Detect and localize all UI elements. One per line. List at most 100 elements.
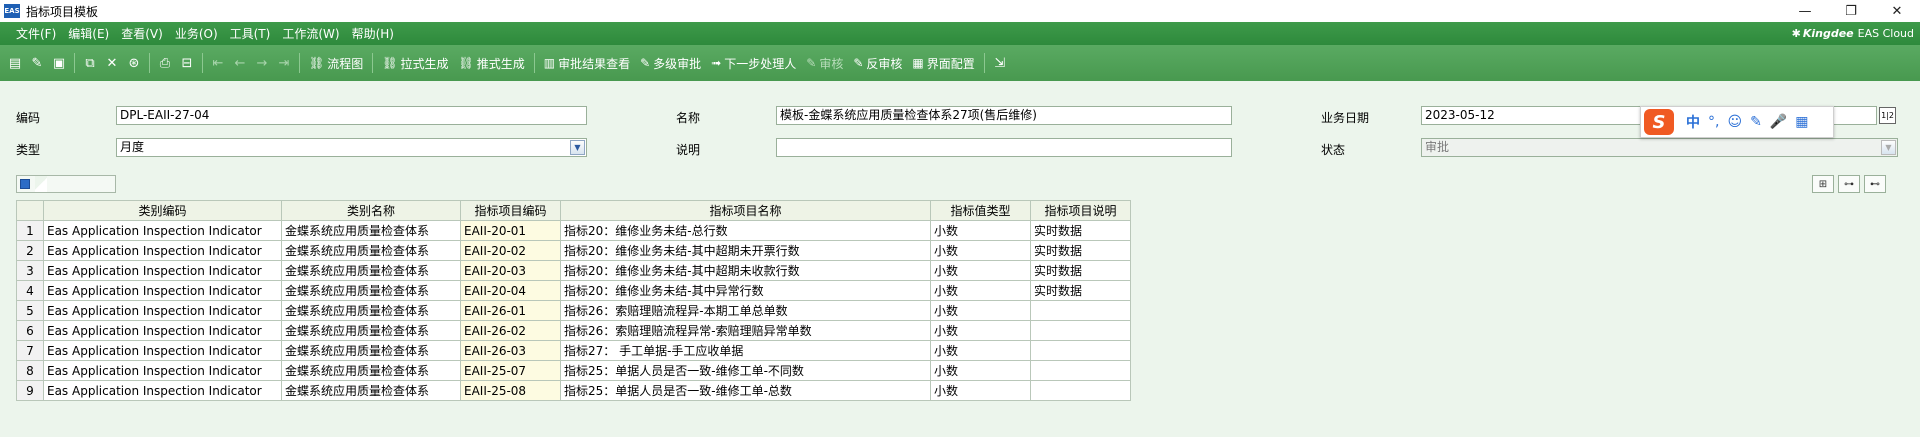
- cell-item-code[interactable]: EAII-20-02: [460, 240, 561, 261]
- cell-value-type[interactable]: 小数: [930, 260, 1031, 281]
- cell-cat-name[interactable]: 金蝶系统应用质量检查体系: [281, 280, 461, 301]
- cell-item-name[interactable]: 指标26：索赔理赔流程异常-索赔理赔异常单数: [560, 320, 931, 341]
- column-header[interactable]: 指标项目说明: [1030, 200, 1131, 221]
- close-button[interactable]: ✕: [1874, 0, 1920, 22]
- menu-help[interactable]: 帮助(H): [346, 25, 400, 42]
- cell-cat-name[interactable]: 金蝶系统应用质量检查体系: [281, 340, 461, 361]
- edit-icon[interactable]: ✎: [26, 52, 48, 74]
- multi-level-approval-button[interactable]: ✎ 多级审批: [635, 51, 706, 75]
- menu-business[interactable]: 业务(O): [169, 25, 224, 42]
- cell-value-type[interactable]: 小数: [930, 340, 1031, 361]
- cell-desc[interactable]: 实时数据: [1030, 280, 1131, 301]
- cell-value-type[interactable]: 小数: [930, 280, 1031, 301]
- cell-item-name[interactable]: 指标27： 手工单据-手工应收单据: [560, 340, 931, 361]
- exit-icon[interactable]: ⇲: [989, 52, 1011, 74]
- cell-item-name[interactable]: 指标25：单据人员是否一致-维修工单-不同数: [560, 360, 931, 381]
- ime-emoji-icon[interactable]: ☺: [1727, 114, 1742, 130]
- cell-desc[interactable]: [1030, 300, 1131, 321]
- cell-item-name[interactable]: 指标26：索赔理赔流程异-本期工单总单数: [560, 300, 931, 321]
- ime-toolbox-icon[interactable]: ▦: [1795, 114, 1808, 130]
- first-record-icon[interactable]: ⇤: [207, 52, 229, 74]
- audit-button[interactable]: ✎ 审核: [801, 51, 848, 75]
- previous-record-icon[interactable]: ←: [229, 52, 251, 74]
- cell-desc[interactable]: 实时数据: [1030, 240, 1131, 261]
- copy-icon[interactable]: ⧉: [79, 52, 101, 74]
- menu-file[interactable]: 文件(F): [10, 25, 62, 42]
- table-row[interactable]: 5 Eas Application Inspection Indicator 金蝶系…: [16, 300, 1131, 321]
- print-icon[interactable]: ⎙: [154, 52, 176, 74]
- insert-row-icon[interactable]: ⊶: [1838, 175, 1860, 193]
- cell-cat-code[interactable]: Eas Application Inspection Indicator: [43, 380, 282, 401]
- maximize-button[interactable]: ❐: [1828, 0, 1874, 22]
- ime-chinese-mode[interactable]: 中: [1686, 112, 1700, 132]
- view-approval-result-button[interactable]: ▥ 审批结果查看: [539, 51, 635, 75]
- cell-value-type[interactable]: 小数: [930, 240, 1031, 261]
- table-row[interactable]: 2 Eas Application Inspection Indicator 金蝶系…: [16, 240, 1131, 261]
- new-icon[interactable]: ▤: [4, 52, 26, 74]
- menu-workflow[interactable]: 工作流(W): [276, 25, 345, 42]
- cell-cat-code[interactable]: Eas Application Inspection Indicator: [43, 240, 282, 261]
- delete-row-icon[interactable]: ⊷: [1864, 175, 1886, 193]
- cell-item-name[interactable]: 指标20：维修业务未结-其中超期未开票行数: [560, 240, 931, 261]
- cell-desc[interactable]: 实时数据: [1030, 220, 1131, 241]
- column-header[interactable]: 类别编码: [43, 200, 282, 221]
- flowchart-button[interactable]: ⛓ 流程图: [304, 51, 368, 75]
- ime-punctuation[interactable]: °,: [1708, 114, 1719, 130]
- table-row[interactable]: 6 Eas Application Inspection Indicator 金蝶系…: [16, 320, 1131, 341]
- cell-item-name[interactable]: 指标20：维修业务未结-其中异常行数: [560, 280, 931, 301]
- cell-cat-name[interactable]: 金蝶系统应用质量检查体系: [281, 220, 461, 241]
- cell-cat-code[interactable]: Eas Application Inspection Indicator: [43, 360, 282, 381]
- print-preview-icon[interactable]: ⊟: [176, 52, 198, 74]
- next-record-icon[interactable]: →: [251, 52, 273, 74]
- cell-item-code[interactable]: EAII-20-03: [460, 260, 561, 281]
- cell-desc[interactable]: 实时数据: [1030, 260, 1131, 281]
- calendar-icon[interactable]: 1|2: [1879, 107, 1896, 124]
- column-header[interactable]: 指标值类型: [930, 200, 1031, 221]
- ime-handwrite-icon[interactable]: ✎: [1750, 114, 1762, 130]
- table-row[interactable]: 3 Eas Application Inspection Indicator 金蝶系…: [16, 260, 1131, 281]
- code-field[interactable]: DPL-EAII-27-04: [116, 106, 587, 125]
- type-select[interactable]: 月度 ▼: [116, 138, 587, 157]
- pull-generate-button[interactable]: ⛓ 拉式生成: [377, 51, 453, 75]
- cell-cat-code[interactable]: Eas Application Inspection Indicator: [43, 300, 282, 321]
- cell-item-code[interactable]: EAII-25-08: [460, 380, 561, 401]
- cell-cat-code[interactable]: Eas Application Inspection Indicator: [43, 260, 282, 281]
- cell-cat-code[interactable]: Eas Application Inspection Indicator: [43, 340, 282, 361]
- last-record-icon[interactable]: ⇥: [273, 52, 295, 74]
- cell-item-name[interactable]: 指标20：维修业务未结-总行数: [560, 220, 931, 241]
- cell-cat-name[interactable]: 金蝶系统应用质量检查体系: [281, 260, 461, 281]
- cell-item-name[interactable]: 指标20：维修业务未结-其中超期未收款行数: [560, 260, 931, 281]
- name-field[interactable]: 模板-金蝶系统应用质量检查体系27项(售后维修): [776, 106, 1232, 125]
- cell-cat-name[interactable]: 金蝶系统应用质量检查体系: [281, 360, 461, 381]
- menu-tools[interactable]: 工具(T): [224, 25, 277, 42]
- cell-item-code[interactable]: EAII-20-01: [460, 220, 561, 241]
- cell-item-name[interactable]: 指标25：单据人员是否一致-维修工单-总数: [560, 380, 931, 401]
- column-header[interactable]: 指标项目名称: [560, 200, 931, 221]
- cell-cat-name[interactable]: 金蝶系统应用质量检查体系: [281, 320, 461, 341]
- cell-item-code[interactable]: EAII-26-01: [460, 300, 561, 321]
- add-row-icon[interactable]: ⊞: [1812, 175, 1834, 193]
- cell-desc[interactable]: [1030, 340, 1131, 361]
- cell-cat-name[interactable]: 金蝶系统应用质量检查体系: [281, 380, 461, 401]
- table-row[interactable]: 4 Eas Application Inspection Indicator 金蝶系…: [16, 280, 1131, 301]
- ime-voice-icon[interactable]: 🎤: [1770, 114, 1787, 130]
- cell-item-code[interactable]: EAII-25-07: [460, 360, 561, 381]
- chevron-down-icon[interactable]: ▼: [570, 140, 585, 155]
- menu-edit[interactable]: 编辑(E): [62, 25, 115, 42]
- cell-cat-name[interactable]: 金蝶系统应用质量检查体系: [281, 240, 461, 261]
- unaudit-button[interactable]: ✎ 反审核: [848, 51, 907, 75]
- cell-cat-name[interactable]: 金蝶系统应用质量检查体系: [281, 300, 461, 321]
- entry-tab[interactable]: [16, 175, 116, 193]
- table-row[interactable]: 1 Eas Application Inspection Indicator 金蝶系…: [16, 220, 1131, 241]
- cell-item-code[interactable]: EAII-26-02: [460, 320, 561, 341]
- sogou-logo-icon[interactable]: S: [1644, 109, 1674, 135]
- cell-cat-code[interactable]: Eas Application Inspection Indicator: [43, 320, 282, 341]
- table-row[interactable]: 8 Eas Application Inspection Indicator 金蝶系…: [16, 360, 1131, 381]
- cell-item-code[interactable]: EAII-20-04: [460, 280, 561, 301]
- next-step-handler-button[interactable]: ➟ 下一步处理人: [706, 51, 801, 75]
- minimize-button[interactable]: —: [1782, 0, 1828, 22]
- push-generate-button[interactable]: ⛓ 推式生成: [454, 51, 530, 75]
- cell-cat-code[interactable]: Eas Application Inspection Indicator: [43, 280, 282, 301]
- cell-item-code[interactable]: EAII-26-03: [460, 340, 561, 361]
- cell-cat-code[interactable]: Eas Application Inspection Indicator: [43, 220, 282, 241]
